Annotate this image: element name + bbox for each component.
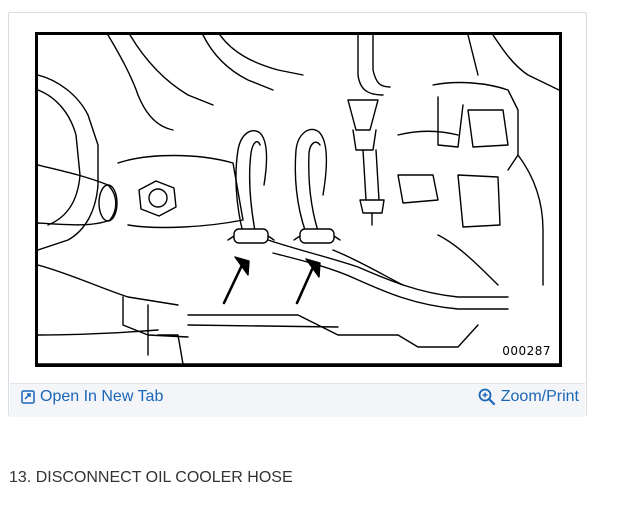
zoom-print-button[interactable]: Zoom/Print [478, 388, 579, 406]
open-in-new-tab-button[interactable]: Open In New Tab [21, 388, 163, 406]
step-caption: 13. DISCONNECT OIL COOLER HOSE [9, 469, 293, 486]
figure-id-label: 000287 [502, 344, 551, 358]
zoom-magnifier-icon [478, 388, 496, 406]
open-in-new-tab-label: Open In New Tab [40, 388, 164, 405]
oil-cooler-hose-diagram [38, 35, 559, 364]
figure-toolbar: Open In New Tab Zoom/Print [10, 383, 585, 417]
open-in-new-tab-icon [21, 390, 35, 404]
diagram-figure[interactable]: 000287 [35, 32, 562, 367]
zoom-print-label: Zoom/Print [500, 388, 579, 405]
figure-card: 000287 Open In New Tab Zoom/Print [8, 12, 587, 417]
